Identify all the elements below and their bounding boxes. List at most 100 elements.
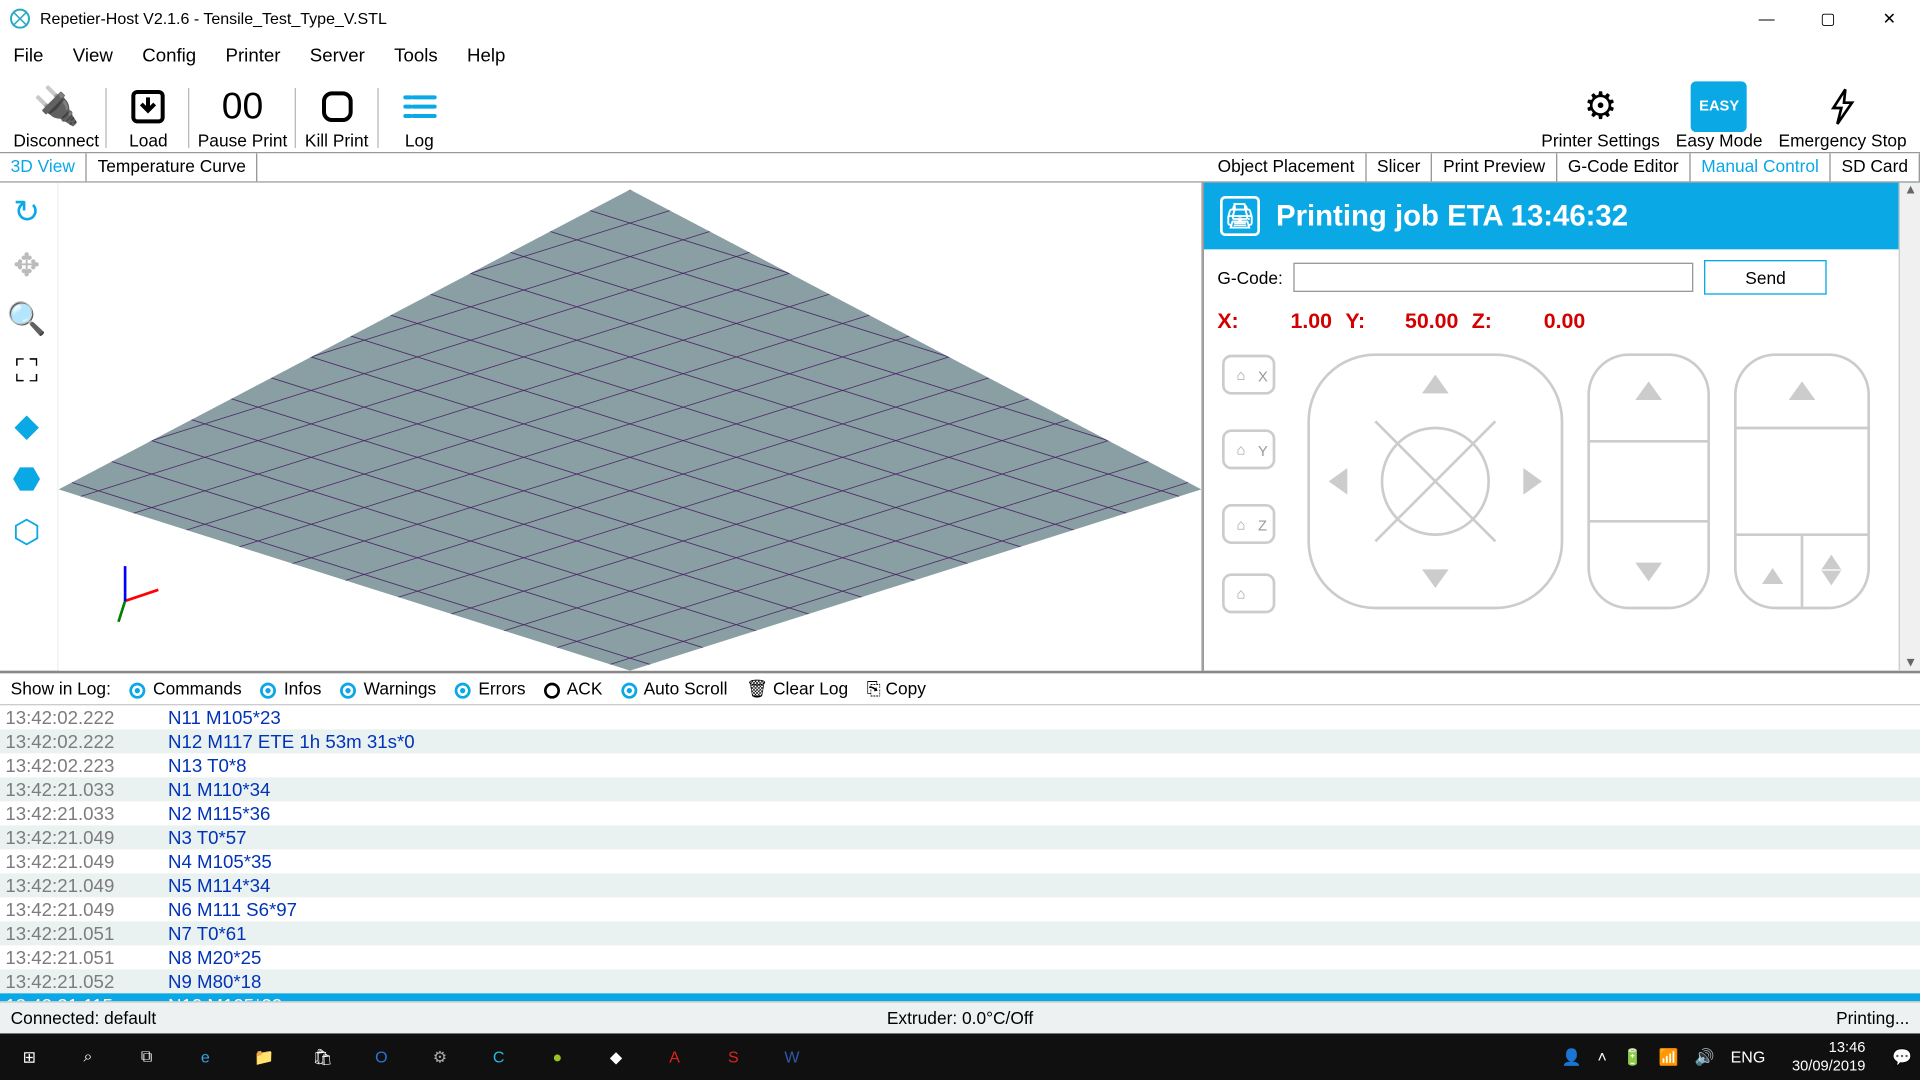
gcode-input[interactable] [1294,263,1694,292]
eta-text: Printing job ETA 13:46:32 [1276,199,1628,234]
filter-errors[interactable]: Errors [455,679,526,699]
language-indicator[interactable]: ENG [1731,1047,1766,1066]
log-row[interactable]: 13:42:21.049 N6 M111 S6*97 [0,897,1920,921]
toolbar: 🔌 Disconnect Load 00 Pause Print Kill Pr… [0,73,1920,153]
search-icon[interactable]: ⌕ [59,1033,118,1080]
jog-controls: ⌂X ⌂Y ⌂Z ⌂ [1204,348,1920,671]
statusbar: Connected: default Extruder: 0.0°C/Off P… [0,1001,1920,1033]
tab-print-preview[interactable]: Print Preview [1432,153,1557,181]
log-button[interactable]: Log [378,83,461,151]
plug-icon: 🔌 [33,83,79,131]
titlebar: Repetier-Host V2.1.6 - Tensile_Test_Type… [0,0,1920,36]
pan-tool-icon[interactable]: ✥ [3,241,51,289]
log-row[interactable]: 13:42:02.222 N12 M117 ETE 1h 53m 31s*0 [0,729,1920,753]
rotate-tool-icon[interactable]: ↻ [3,188,51,236]
view-front-icon[interactable]: ⬡ [3,508,51,556]
menu-config[interactable]: Config [142,43,196,64]
kill-print-button[interactable]: Kill Print [295,83,378,151]
emergency-stop-button[interactable]: Emergency Stop [1771,83,1915,151]
menu-tools[interactable]: Tools [394,43,438,64]
cura-icon[interactable]: C [469,1033,528,1080]
battery-icon[interactable]: 🔋 [1623,1047,1643,1066]
close-button[interactable]: ✕ [1859,0,1920,36]
easy-mode-button[interactable]: EASY Easy Mode [1668,83,1771,151]
wifi-icon[interactable]: 📶 [1659,1047,1679,1066]
tab-sd-card[interactable]: SD Card [1831,153,1920,181]
menubar: File View Config Printer Server Tools He… [0,36,1920,73]
store-icon[interactable]: 🛍 [293,1033,352,1080]
log-row[interactable]: 13:42:21.051 N8 M20*25 [0,945,1920,969]
view-toolbar: ↻ ✥ 🔍 ⛶ ◆ ⬣ ⬡ [0,183,59,671]
home-y-button[interactable]: Y [1258,444,1268,460]
home-x-button[interactable]: X [1258,369,1268,385]
view-top-icon[interactable]: ◆ [3,401,51,449]
send-button[interactable]: Send [1704,260,1827,295]
log-row[interactable]: 13:42:21.033 N2 M115*36 [0,801,1920,825]
tray-chevron-icon[interactable]: ˄ [1597,1047,1606,1066]
log-row[interactable]: 13:42:21.051 N7 T0*61 [0,921,1920,945]
window-title: Repetier-Host V2.1.6 - Tensile_Test_Type… [40,9,387,28]
filter-infos[interactable]: Infos [260,679,321,699]
filter-commands[interactable]: Commands [130,679,242,699]
people-icon[interactable]: 👤 [1562,1047,1582,1066]
log-row[interactable]: 13:42:21.115 N10 M105*22 [0,993,1920,1001]
copy-log-button[interactable]: ⎘ Copy [867,678,926,699]
log-panel[interactable]: 13:42:02.222 N11 M105*2313:42:02.222 N12… [0,705,1920,1001]
3d-viewport[interactable] [59,183,1202,671]
menu-view[interactable]: View [73,43,113,64]
manual-control-panel: 🖨 Printing job ETA 13:46:32 G-Code: Send… [1203,183,1920,671]
svg-text:⌂: ⌂ [1237,443,1246,459]
pause-icon: 00 [222,83,264,131]
solidworks-icon[interactable]: S [704,1033,763,1080]
start-button[interactable]: ⊞ [0,1033,59,1080]
home-z-button[interactable]: Z [1258,519,1267,535]
tab-object-placement[interactable]: Object Placement [1207,153,1366,181]
pause-print-button[interactable]: 00 Pause Print [190,83,296,151]
app-icon-1[interactable]: ⚙ [411,1033,470,1080]
tab-3d-view[interactable]: 3D View [0,153,87,181]
windows-taskbar: ⊞ ⌕ ⧉ e 📁 🛍 O ⚙ C ● ◆ A S W 👤 ˄ 🔋 📶 🔊 EN… [0,1033,1920,1080]
filter-ack[interactable]: ACK [544,679,602,699]
log-filter-label: Show in Log: [11,679,111,699]
clear-log-button[interactable]: 🗑 Clear Log [746,678,848,699]
edge-icon[interactable]: e [176,1033,235,1080]
explorer-icon[interactable]: 📁 [235,1033,294,1080]
svg-text:⌂: ⌂ [1237,517,1246,533]
zoom-tool-icon[interactable]: 🔍 [3,295,51,343]
load-button[interactable]: Load [107,83,190,151]
eta-banner: 🖨 Printing job ETA 13:46:32 [1204,183,1920,250]
disconnect-button[interactable]: 🔌 Disconnect [5,83,107,151]
fit-tool-icon[interactable]: ⛶ [3,348,51,396]
log-row[interactable]: 13:42:21.033 N1 M110*34 [0,777,1920,801]
log-row[interactable]: 13:42:21.049 N5 M114*34 [0,873,1920,897]
menu-printer[interactable]: Printer [225,43,280,64]
task-view-icon[interactable]: ⧉ [117,1033,176,1080]
notifications-icon[interactable]: 💬 [1892,1047,1912,1066]
clock[interactable]: 13:46 30/09/2019 [1781,1038,1876,1075]
outlook-icon[interactable]: O [352,1033,411,1080]
tab-temperature-curve[interactable]: Temperature Curve [87,153,258,181]
menu-help[interactable]: Help [467,43,505,64]
filter-autoscroll[interactable]: Auto Scroll [621,679,727,699]
filter-warnings[interactable]: Warnings [340,679,436,699]
log-row[interactable]: 13:42:02.222 N11 M105*23 [0,705,1920,729]
log-row[interactable]: 13:42:21.049 N3 T0*57 [0,825,1920,849]
view-iso-icon[interactable]: ⬣ [3,455,51,503]
menu-server[interactable]: Server [310,43,365,64]
log-row[interactable]: 13:42:21.052 N9 M80*18 [0,969,1920,993]
tab-gcode-editor[interactable]: G-Code Editor [1557,153,1690,181]
pdf-icon[interactable]: A [645,1033,704,1080]
tab-slicer[interactable]: Slicer [1366,153,1432,181]
tab-manual-control[interactable]: Manual Control [1691,153,1831,181]
log-row[interactable]: 13:42:21.049 N4 M105*35 [0,849,1920,873]
minimize-button[interactable]: — [1736,0,1797,36]
printer-settings-button[interactable]: ⚙ Printer Settings [1533,83,1668,151]
gear-icon: ⚙ [1584,83,1617,131]
app-icon-2[interactable]: ● [528,1033,587,1080]
maximize-button[interactable]: ▢ [1797,0,1858,36]
app-icon-3[interactable]: ◆ [587,1033,646,1080]
log-row[interactable]: 13:42:02.223 N13 T0*8 [0,753,1920,777]
word-icon[interactable]: W [763,1033,822,1080]
menu-file[interactable]: File [13,43,43,64]
volume-icon[interactable]: 🔊 [1695,1047,1715,1066]
